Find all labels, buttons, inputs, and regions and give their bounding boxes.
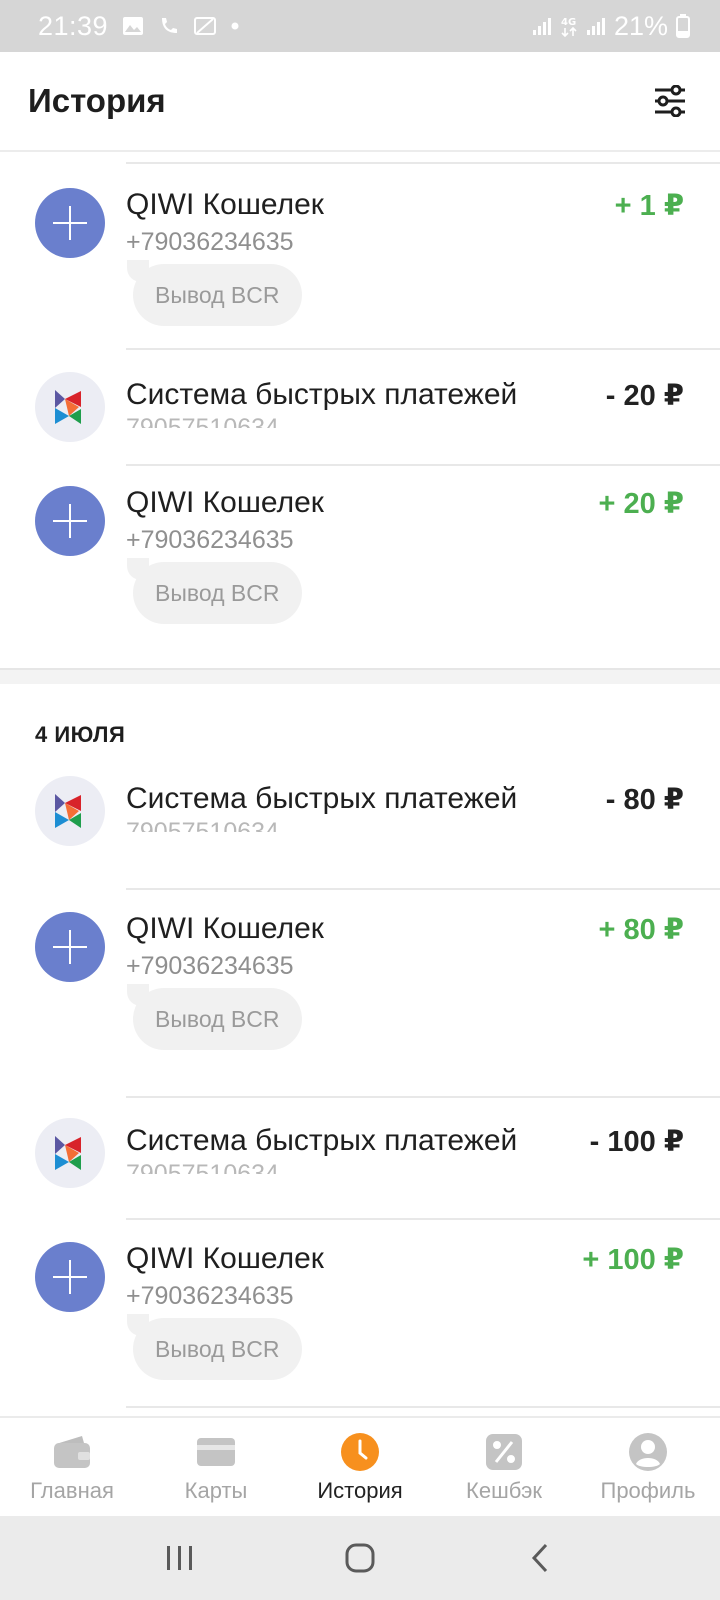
wallet-icon xyxy=(52,1432,92,1472)
profile-icon xyxy=(628,1432,668,1472)
filter-sliders-icon xyxy=(655,85,685,117)
sbp-logo-icon xyxy=(35,1118,105,1188)
qiwi-wallet-icon xyxy=(35,912,105,982)
home-button[interactable] xyxy=(330,1533,390,1583)
sbp-logo-icon xyxy=(35,776,105,846)
transaction-amount: - 20 ₽ xyxy=(605,380,684,412)
transaction-account: 79057510634 xyxy=(126,414,279,428)
nav-item-history[interactable]: История xyxy=(288,1418,432,1516)
nav-item-home[interactable]: Главная xyxy=(0,1418,144,1516)
transaction-account: +79036234635 xyxy=(126,952,294,980)
transaction-account: 79057510634 xyxy=(126,1160,279,1174)
network-type-icon: 4G xyxy=(560,15,578,37)
battery-percent: 21% xyxy=(613,10,668,41)
nav-label: Главная xyxy=(30,1478,114,1503)
transaction-row[interactable]: Система быстрых платежей 79057510634 - 2… xyxy=(0,350,720,464)
status-bar: 21:39 4G 21% xyxy=(0,0,720,52)
back-chevron-icon xyxy=(531,1543,548,1573)
qiwi-wallet-icon xyxy=(35,486,105,556)
transaction-account: +79036234635 xyxy=(126,526,294,554)
system-navigation-bar xyxy=(0,1516,720,1600)
qiwi-wallet-icon xyxy=(35,188,105,258)
qiwi-wallet-icon xyxy=(35,1242,105,1312)
transaction-list[interactable]: QIWI Кошелек +79036234635 + 1 ₽ Вывод BC… xyxy=(0,154,720,1416)
transaction-amount: + 100 ₽ xyxy=(582,1244,684,1276)
notification-dot-icon xyxy=(230,21,240,31)
transaction-amount: + 20 ₽ xyxy=(598,488,685,520)
transaction-amount: + 1 ₽ xyxy=(614,190,684,222)
transaction-amount: + 80 ₽ xyxy=(598,914,685,946)
battery-icon xyxy=(676,14,690,38)
transaction-comment: Вывод BCR xyxy=(127,260,302,326)
back-button[interactable] xyxy=(510,1533,570,1583)
sim-off-icon xyxy=(194,16,217,36)
sbp-logo-icon xyxy=(35,372,105,442)
group-separator xyxy=(0,668,720,684)
transaction-name: Система быстрых платежей xyxy=(126,378,518,411)
nav-label: Кешбэк xyxy=(466,1478,542,1503)
transaction-row[interactable]: QIWI Кошелек +79036234635 + 20 ₽ Вывод B… xyxy=(0,466,720,666)
transaction-amount: - 100 ₽ xyxy=(589,1126,684,1158)
transaction-account: +79036234635 xyxy=(126,228,294,256)
recent-apps-button[interactable] xyxy=(150,1533,210,1583)
transaction-comment: Вывод BCR xyxy=(127,558,302,624)
transaction-account: +79036234635 xyxy=(126,1282,294,1310)
status-time: 21:39 xyxy=(38,10,109,41)
signal-icon-2 xyxy=(586,16,606,36)
nav-item-profile[interactable]: Профиль xyxy=(576,1418,720,1516)
nav-label: Карты xyxy=(184,1478,248,1503)
transaction-row[interactable]: QIWI Кошелек +79036234635 + 100 ₽ Вывод … xyxy=(0,1220,720,1404)
nav-label: Профиль xyxy=(600,1478,696,1503)
percent-icon xyxy=(484,1432,524,1472)
transaction-name: QIWI Кошелек xyxy=(126,912,324,945)
transaction-row[interactable]: Система быстрых платежей 79057510634 - 1… xyxy=(0,1098,720,1212)
card-icon xyxy=(196,1432,236,1472)
recent-apps-icon xyxy=(167,1546,192,1570)
transaction-account: 79057510634 xyxy=(126,818,279,832)
date-header: 4 ИЮЛЯ xyxy=(35,722,126,747)
divider xyxy=(126,1406,720,1408)
transaction-name: Система быстрых платежей xyxy=(126,782,518,815)
clock-icon xyxy=(340,1432,380,1472)
app-header: История xyxy=(0,52,720,152)
transaction-row[interactable]: Система быстрых платежей 79057510634 - 8… xyxy=(0,764,720,878)
transaction-comment: Вывод BCR xyxy=(127,984,302,1050)
transaction-comment: Вывод BCR xyxy=(127,1314,302,1380)
svg-text:4G: 4G xyxy=(561,17,576,28)
transaction-row[interactable]: QIWI Кошелек +79036234635 + 1 ₽ Вывод BC… xyxy=(0,164,720,348)
home-circle-icon xyxy=(345,1543,375,1573)
bottom-navigation: Главная Карты История Кешбэк Профиль xyxy=(0,1416,720,1516)
nav-item-cards[interactable]: Карты xyxy=(144,1418,288,1516)
transaction-name: QIWI Кошелек xyxy=(126,1242,324,1275)
gallery-icon xyxy=(122,16,144,36)
wifi-call-icon xyxy=(158,15,180,37)
filter-button[interactable] xyxy=(648,79,692,123)
nav-label: История xyxy=(317,1478,403,1503)
signal-icon xyxy=(532,16,552,36)
page-title: История xyxy=(28,82,166,119)
transaction-name: QIWI Кошелек xyxy=(126,188,324,221)
transaction-amount: - 80 ₽ xyxy=(605,784,684,816)
nav-item-cashback[interactable]: Кешбэк xyxy=(432,1418,576,1516)
transaction-row[interactable]: QIWI Кошелек +79036234635 + 80 ₽ Вывод B… xyxy=(0,890,720,1074)
transaction-name: Система быстрых платежей xyxy=(126,1124,518,1157)
transaction-name: QIWI Кошелек xyxy=(126,486,324,519)
